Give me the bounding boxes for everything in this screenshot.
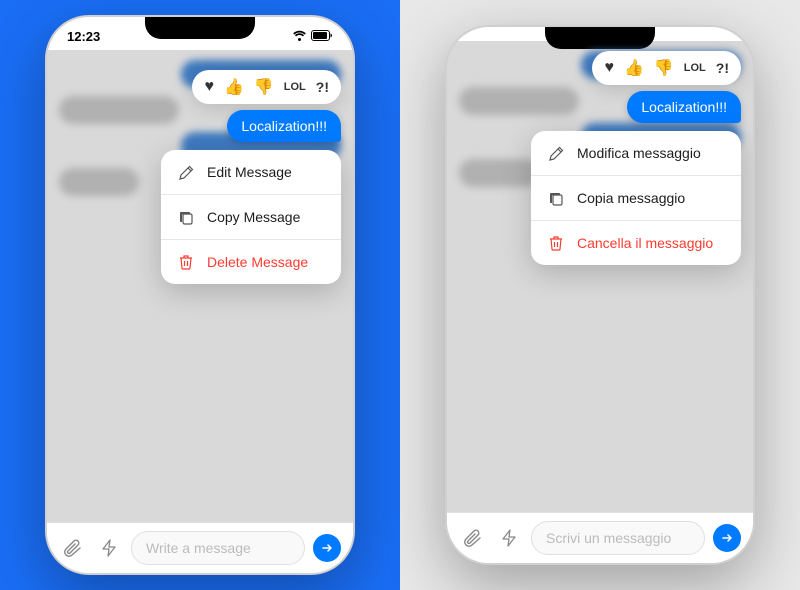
right-send-button[interactable] (713, 524, 741, 552)
right-delete-label: Cancella il messaggio (577, 235, 713, 251)
right-context-menu: Modifica messaggio Copia messaggio (531, 131, 741, 265)
copy-icon (177, 208, 195, 226)
left-context-menu: Edit Message Copy Message (161, 150, 341, 284)
right-reaction-bar: ♥ 👍 👎 LOL ?! (592, 51, 741, 85)
trash-icon-right (547, 234, 565, 252)
left-delete-message[interactable]: Delete Message (161, 240, 341, 284)
react-thumbsdown-right[interactable]: 👎 (654, 58, 674, 78)
wifi-icon (292, 30, 307, 44)
left-copy-message[interactable]: Copy Message (161, 195, 341, 240)
react-lol-right[interactable]: LOL (684, 62, 706, 74)
left-time: 12:23 (67, 29, 100, 44)
left-placeholder: Write a message (146, 540, 251, 556)
battery-icon (311, 30, 333, 44)
react-exclaim-left[interactable]: ?! (316, 79, 329, 95)
left-message-input[interactable]: Write a message (131, 531, 305, 565)
left-input-bar: Write a message (47, 522, 353, 573)
right-edit-label: Modifica messaggio (577, 145, 701, 161)
left-status-icons (292, 30, 333, 44)
left-phone: 12:23 (45, 15, 355, 575)
trash-icon-left (177, 253, 195, 271)
right-copy-label: Copia messaggio (577, 190, 685, 206)
left-copy-label: Copy Message (207, 209, 300, 225)
left-attach-button[interactable] (59, 534, 87, 562)
left-send-button[interactable] (313, 534, 341, 562)
right-panel: ♥ 👍 👎 LOL ?! Localization!!! (400, 0, 800, 590)
left-chat-area: ♥ 👍 👎 LOL ?! Localization!!! (47, 50, 353, 522)
right-input-bar: Scrivi un messaggio (447, 512, 753, 563)
right-delete-message[interactable]: Cancella il messaggio (531, 221, 741, 265)
left-status-bar: 12:23 (47, 17, 353, 50)
right-edit-message[interactable]: Modifica messaggio (531, 131, 741, 176)
right-copy-message[interactable]: Copia messaggio (531, 176, 741, 221)
react-heart-right[interactable]: ♥ (604, 59, 614, 77)
left-delete-label: Delete Message (207, 254, 308, 270)
left-bolt-button[interactable] (95, 534, 123, 562)
right-bolt-button[interactable] (495, 524, 523, 552)
edit-icon (177, 163, 195, 181)
react-thumbsup-right[interactable]: 👍 (624, 58, 644, 78)
left-context-overlay: ♥ 👍 👎 LOL ?! Localization!!! (47, 50, 353, 522)
left-panel: 12:23 (0, 0, 400, 590)
react-thumbsdown-left[interactable]: 👎 (254, 77, 274, 97)
right-chat-area: ♥ 👍 👎 LOL ?! Localization!!! (447, 41, 753, 512)
left-message-bubble: Localization!!! (227, 110, 341, 142)
react-exclaim-right[interactable]: ?! (716, 60, 729, 76)
right-message-bubble: Localization!!! (627, 91, 741, 123)
right-phone: ♥ 👍 👎 LOL ?! Localization!!! (445, 25, 755, 565)
right-message-input[interactable]: Scrivi un messaggio (531, 521, 705, 555)
left-notch (145, 17, 255, 39)
right-placeholder: Scrivi un messaggio (546, 530, 671, 546)
right-context-overlay: ♥ 👍 👎 LOL ?! Localization!!! (447, 41, 753, 512)
left-reaction-bar: ♥ 👍 👎 LOL ?! (192, 70, 341, 104)
copy-icon-right (547, 189, 565, 207)
left-edit-message[interactable]: Edit Message (161, 150, 341, 195)
react-thumbsup-left[interactable]: 👍 (224, 77, 244, 97)
react-lol-left[interactable]: LOL (284, 81, 306, 93)
react-heart-left[interactable]: ♥ (204, 78, 214, 96)
right-status-bar (447, 27, 753, 41)
right-attach-button[interactable] (459, 524, 487, 552)
edit-icon-right (547, 144, 565, 162)
left-edit-label: Edit Message (207, 164, 292, 180)
